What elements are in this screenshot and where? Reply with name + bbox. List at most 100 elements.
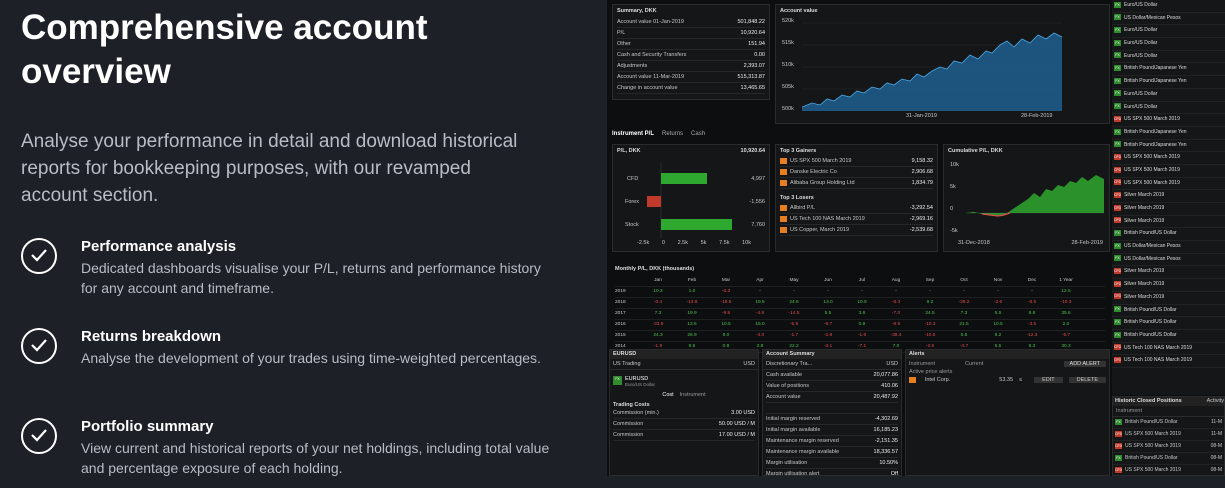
table-cell: - [963, 289, 965, 294]
row-label: Danske Electric Co [780, 167, 837, 177]
instrument-item[interactable]: FX US Dollar/Mexican Pesos [1112, 254, 1225, 267]
instrument-item[interactable]: CFD US Tech 100 NAS March 2019 [1112, 355, 1225, 368]
table-cell: -4.6 [755, 311, 765, 316]
row-value: 17.00 USD / M [718, 432, 755, 438]
y-tick-label: 500k [782, 106, 794, 112]
instrument-item[interactable]: FX British Pound/Japanese Yen [1112, 76, 1225, 89]
y-tick-label: 520k [782, 18, 794, 24]
instrument-item[interactable]: FX Euro/US Dollar [1112, 0, 1225, 13]
column-instrument: Instrument [909, 361, 935, 367]
table-cell: -18.5 [720, 300, 732, 305]
bar-value: 4,997 [751, 176, 765, 182]
instrument-item[interactable]: FX British Pound/Japanese Yen [1112, 127, 1225, 140]
tab-cost[interactable]: Cost [662, 392, 673, 398]
instrument-item[interactable]: FX British Pound/US Dollar [1112, 305, 1225, 318]
instrument-cell: CFD US SPX 500 March 2019 [1115, 466, 1181, 473]
add-alert-button[interactable]: ADD ALERT [1063, 361, 1106, 367]
row-value: 10,920.64 [740, 30, 765, 36]
feature-title: Performance analysis [81, 238, 237, 255]
instrument-item[interactable]: CFD Silver March 2019 [1112, 190, 1225, 203]
instrument-item[interactable]: FX Euro/US Dollar [1112, 25, 1225, 39]
bar-label: CFD [627, 176, 639, 182]
closed-position-row[interactable]: CFD US SPX 500 March 2019 08-M [1113, 441, 1224, 453]
instrument-item[interactable]: FX British Pound/US Dollar [1112, 330, 1225, 343]
cfd-icon: CFD [1114, 179, 1122, 186]
instrument-name: Euro/US Dollar [1124, 40, 1158, 47]
instrument-cell: FX British Pound/US Dollar [1115, 454, 1178, 461]
row-label: Change in account value [617, 85, 678, 91]
instrument-item[interactable]: FX British Pound/US Dollar [1112, 228, 1225, 242]
column-header: Mar [721, 278, 731, 283]
edit-button[interactable]: EDIT [1034, 377, 1063, 383]
instrument-item[interactable]: CFD Silver March 2019 [1112, 292, 1225, 305]
instrument-item[interactable]: CFD Silver March 2019 [1112, 203, 1225, 216]
row-value: 20,487.92 [873, 394, 898, 400]
instrument-item[interactable]: FX Euro/US Dollar [1112, 38, 1225, 51]
instrument-item[interactable]: FX British Pound/Japanese Yen [1112, 140, 1225, 153]
table-row: 2017 7.3 19.9 -9.8 -4.6 -14.5 5.5 3.6 -7.0 24.5 7.… [615, 309, 1105, 320]
instrument-name: British Pound/Japanese Yen [1124, 141, 1187, 148]
instrument-item[interactable]: CFD US SPX 500 March 2019 [1112, 165, 1225, 178]
tab-activity[interactable]: Activity [1207, 397, 1224, 406]
feature-description: View current and historical reports of y… [81, 440, 550, 476]
tab-cash[interactable]: Cash [691, 131, 705, 137]
tab-returns[interactable]: Returns [662, 131, 683, 137]
instrument-item[interactable]: FX Euro/US Dollar [1112, 89, 1225, 102]
column-header: May [789, 278, 799, 283]
table-cell: 3.6 [858, 311, 866, 316]
table-cell: 19.9 [687, 311, 697, 316]
alert-row[interactable]: Intel Corp. 53.35 ≤ EDIT DELETE [906, 375, 1109, 385]
instrument-item[interactable]: CFD Silver March 2019 [1112, 279, 1225, 292]
row-value: 20,077.86 [873, 372, 898, 378]
instrument-item[interactable]: FX British Pound/Japanese Yen [1112, 63, 1225, 77]
currency-select[interactable]: USD [886, 361, 898, 367]
row-label: P/L [617, 30, 626, 36]
instrument-item[interactable]: FX US Dollar/Mexican Pesos [1112, 13, 1225, 26]
closed-position-row[interactable]: CFD US SPX 500 March 2019 11-M [1113, 429, 1224, 441]
table-cell: 24.6 [789, 300, 799, 305]
fx-icon: FX [1114, 128, 1121, 135]
feature-portfolio-summary: Portfolio summary View current and histo… [21, 418, 561, 488]
losers-title: Top 3 Losers [780, 195, 814, 201]
instrument-item[interactable]: FX Euro/US Dollar [1112, 51, 1225, 64]
row-label: Commission [613, 421, 644, 427]
table-cell: -5.7 [1061, 333, 1071, 338]
row-value: 10.50% [879, 460, 898, 466]
trade-ticket-panel: EURUSD US Trading USD FX EURUSD Euro/US … [609, 349, 759, 476]
list-row: Adjustments 2,393.07 [617, 61, 765, 72]
instrument-item[interactable]: FX US Dollar/Mexican Pesos [1112, 241, 1225, 254]
column-current: Current [964, 361, 984, 367]
instrument-item[interactable]: CFD US Tech 100 NAS March 2019 [1112, 343, 1225, 356]
closed-position-row[interactable]: CFD US SPX 500 March 2019 08-M [1113, 465, 1224, 475]
instrument-item[interactable]: CFD US SPX 500 March 2019 [1112, 152, 1225, 165]
summary-rows: Account value 01-Jan-2019 501,848.22 P/L 10… [617, 17, 765, 94]
table-cell: -3.5 [1027, 322, 1037, 327]
tab-instrument[interactable]: Instrument [680, 392, 706, 398]
closed-position-row[interactable]: FX British Pound/US Dollar 11-M [1113, 417, 1224, 429]
checkmark-icon [21, 238, 57, 274]
summary-panel: Summary, DKK Account value 01-Jan-2019 50… [612, 4, 770, 100]
instrument-item[interactable]: CFD US SPX 500 March 2019 [1112, 178, 1225, 191]
instrument-item[interactable]: FX British Pound/US Dollar [1112, 317, 1225, 330]
list-row: US Copper, March 2019 -2,539.68 [780, 225, 933, 236]
tab-instrument-pl[interactable]: Instrument P/L [612, 131, 654, 137]
cumulative-chart [966, 175, 1104, 217]
account-select[interactable]: US Trading [613, 361, 641, 367]
table-row: 2015 24.3 26.9 8.0 -4.0 -1.7 -2.8 -1.6 -38.4 -10.… [615, 331, 1105, 342]
closed-position-row[interactable]: FX British Pound/US Dollar 08-M [1113, 453, 1224, 465]
delete-button[interactable]: DELETE [1068, 377, 1106, 383]
instrument-item[interactable]: CFD US SPX 500 March 2019 [1112, 114, 1225, 127]
instrument-item[interactable]: CFD Silver March 2019 [1112, 266, 1225, 280]
instrument-icon [780, 157, 787, 164]
table-cell: 2.0 [1062, 322, 1070, 327]
x-tick-label: 7.5k [719, 240, 730, 246]
account-summary-list: Cash available 20,077.86 Value of position… [763, 370, 901, 475]
panel-title: Account value [780, 8, 818, 14]
instrument-item[interactable]: CFD Silver March 2019 [1112, 216, 1225, 229]
fx-icon: FX [1114, 52, 1121, 59]
y-tick-label: 0 [950, 206, 954, 212]
currency-select[interactable]: USD [743, 361, 755, 367]
row-value: 1,834.79 [911, 180, 933, 186]
account-select[interactable]: Discretionary Tra... [766, 361, 812, 367]
instrument-item[interactable]: FX Euro/US Dollar [1112, 102, 1225, 115]
